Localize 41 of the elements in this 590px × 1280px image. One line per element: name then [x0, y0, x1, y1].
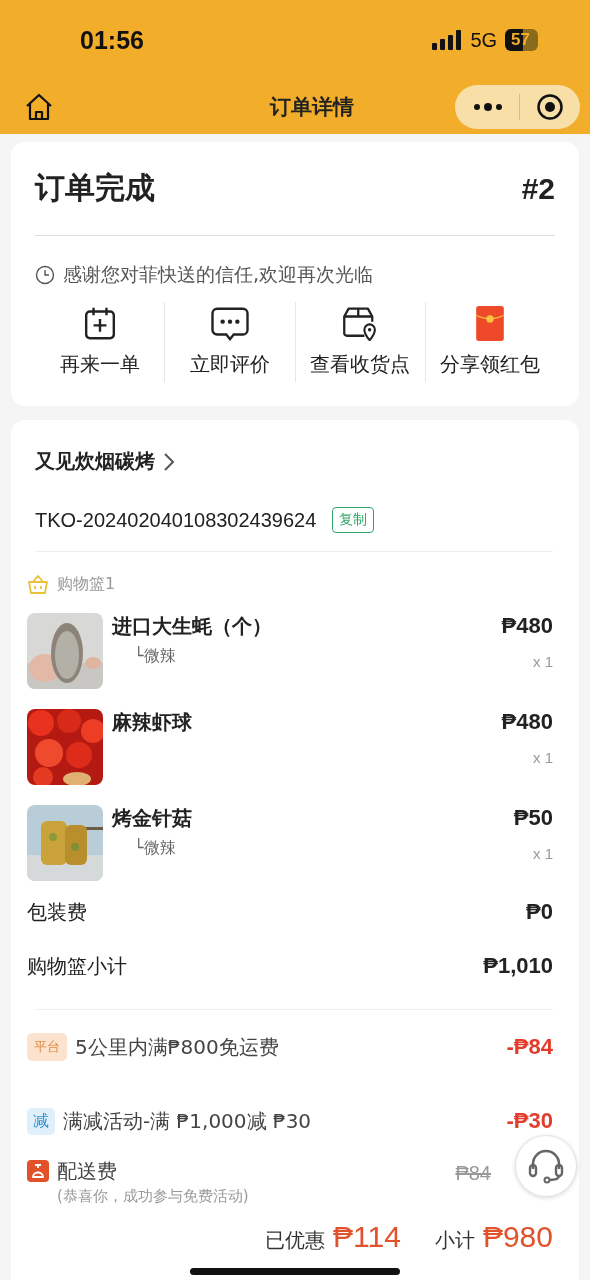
item-quantity: x 1: [533, 653, 553, 670]
item-option: └微辣: [112, 646, 502, 667]
pickup-action[interactable]: 查看收货点: [294, 302, 425, 382]
review-action[interactable]: 立即评价: [164, 302, 295, 382]
fee-value: ₱1,010: [483, 953, 553, 979]
item-price: ₱480: [501, 613, 553, 639]
status-time: 01:56: [80, 25, 144, 55]
reorder-action[interactable]: 再来一单: [35, 302, 165, 382]
discount-value: -₱84: [506, 1034, 553, 1060]
item-price: ₱50: [513, 805, 553, 831]
discount-tag: 平台: [27, 1033, 67, 1061]
fee-label: 购物篮小计: [27, 952, 127, 980]
item-name: 麻辣虾球: [112, 709, 193, 736]
order-id: TKO-202402040108302439624: [35, 508, 317, 532]
item-name: 进口大生蚝（个）: [112, 613, 273, 640]
subtotal-value: ₱980: [482, 1220, 553, 1254]
basket-label: 购物篮1: [57, 574, 116, 595]
subtotal-label: 小计: [434, 1227, 475, 1254]
item-quantity: x 1: [533, 749, 553, 766]
delivery-note: (恭喜你，成功参与免费活动): [57, 1187, 250, 1206]
thank-you-message: 感谢您对菲快送的信任,欢迎再次光临: [63, 262, 374, 287]
item-option: └微辣: [112, 838, 514, 859]
battery-level: 57: [505, 29, 538, 51]
fee-label: 包装费: [27, 898, 87, 926]
discount-total: ₱114: [333, 1220, 401, 1254]
delivery-fee-label: 配送费: [57, 1158, 118, 1185]
page-title: 订单详情: [268, 94, 354, 121]
order-status: 订单完成: [35, 169, 155, 207]
discount-label: 5公里内满₱800免运费: [75, 1033, 280, 1061]
discount-value: -₱30: [506, 1108, 553, 1134]
order-number: #2: [521, 171, 555, 206]
discount-label: 满减活动-满 ₱1,000减 ₱30: [63, 1107, 313, 1135]
fee-value: ₱0: [526, 899, 553, 925]
store-name[interactable]: 又见炊烟碳烤: [35, 448, 155, 475]
item-price: ₱480: [501, 709, 553, 735]
discount-tag: 减: [27, 1107, 55, 1135]
discount-total-label: 已优惠: [265, 1227, 326, 1254]
item-name: 烤金针菇: [112, 805, 193, 832]
original-delivery-fee: ₱84: [455, 1162, 491, 1185]
item-quantity: x 1: [533, 845, 553, 862]
network-label: 5G: [470, 28, 498, 52]
